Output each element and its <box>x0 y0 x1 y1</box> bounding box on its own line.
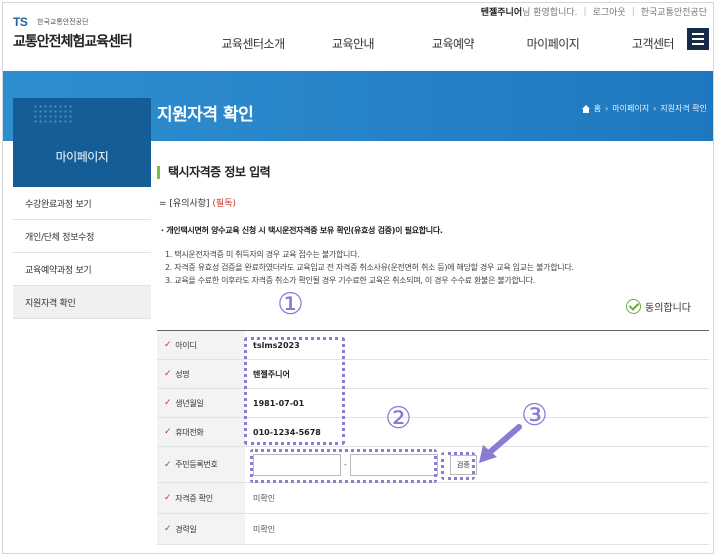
breadcrumb-chevron-icon: › <box>653 104 657 113</box>
welcome-name: 텐젤주니어 <box>480 8 523 18</box>
check-mark-icon: ✓ <box>164 369 172 379</box>
form-row-phone: ✓ 휴대전화 010-1234-5678 <box>157 418 709 447</box>
check-mark-icon: ✓ <box>164 427 172 437</box>
notice-list: 1. 택시운전자격증 미 취득자의 경우 교육 접수는 불가합니다. 2. 자격… <box>165 248 574 287</box>
logo-ts: TS <box>13 15 28 29</box>
annotation-one: ① <box>277 287 304 322</box>
phone-label: 휴대전화 <box>175 427 204 437</box>
check-circle-icon[interactable] <box>626 299 641 314</box>
top-bar: TS 한국교통안전공단 교통안전체험교육센터 텐젤주니어님 환영합니다. | 로… <box>3 3 713 71</box>
breadcrumb-home[interactable]: 홈 <box>594 103 601 114</box>
org-link[interactable]: 한국교통안전공단 <box>641 5 707 18</box>
breadcrumb-chevron-icon: › <box>605 104 609 113</box>
check-mark-icon: ✓ <box>164 459 172 470</box>
notice-item: 3. 교육을 수료한 이후라도 자격증 취소가 확인될 경우 기수료한 교육은 … <box>165 276 535 285</box>
annotation-box-two <box>250 449 437 483</box>
welcome-message: 텐젤주니어님 환영합니다. <box>481 5 578 18</box>
form-row-name: ✓ 성명 텐젤주니어 <box>157 360 709 389</box>
agree-label[interactable]: 동의합니다 <box>645 299 691 314</box>
main-nav: 교육센터소개 교육안내 교육예약 마이페이지 고객센터 <box>203 35 703 52</box>
nav-mypage[interactable]: 마이페이지 <box>503 35 603 52</box>
rrn-label: 주민등록번호 <box>175 460 218 469</box>
nav-center-intro[interactable]: 교육센터소개 <box>203 35 303 52</box>
check-mark-icon: ✓ <box>164 398 172 408</box>
career-label: 경력일 <box>175 524 197 534</box>
logout-link[interactable]: 로그아웃 <box>593 5 626 18</box>
nav-reservation[interactable]: 교육예약 <box>403 35 503 52</box>
annotation-arrow-icon <box>479 424 522 463</box>
breadcrumb-current: 지원자격 확인 <box>660 104 707 113</box>
form-row-career: ✓ 경력일 미확인 <box>157 514 709 545</box>
util-divider: | <box>583 6 587 17</box>
welcome-suffix: 님 환영합니다. <box>522 8 578 18</box>
annotation-three: ③ <box>521 398 548 433</box>
name-label: 성명 <box>175 369 190 379</box>
logo-mark[interactable]: TS <box>13 15 28 29</box>
birth-label: 생년월일 <box>175 398 204 408</box>
form-row-license: ✓ 자격증 확인 미확인 <box>157 483 709 514</box>
notice-required: (필독) <box>212 199 237 209</box>
nav-education-info[interactable]: 교육안내 <box>303 35 403 52</box>
form-row-birth: ✓ 생년월일 1981-07-01 <box>157 389 709 418</box>
sidebar-header: 마이페이지 <box>13 98 151 187</box>
hamburger-menu-icon[interactable] <box>687 28 709 50</box>
utility-links: 텐젤주니어님 환영합니다. | 로그아웃 | 한국교통안전공단 <box>481 5 707 19</box>
id-label: 아이디 <box>175 340 197 350</box>
logo-org: 한국교통안전공단 <box>37 18 89 26</box>
form-row-id: ✓ 아이디 tslms2023 <box>157 331 709 360</box>
license-label: 자격증 확인 <box>175 493 213 503</box>
sidebar-menu: 수강완료과정 보기 개인/단체 정보수정 교육예약과정 보기 지원자격 확인 <box>13 187 151 319</box>
notice-item: 1. 택시운전자격증 미 취득자의 경우 교육 접수는 불가합니다. <box>165 250 360 259</box>
annotation-box-three <box>441 452 475 480</box>
annotation-box-one <box>244 337 345 445</box>
site-title[interactable]: 교통안전체험교육센터 <box>13 31 133 51</box>
agree-checkbox[interactable]: 동의합니다 <box>626 299 691 314</box>
check-mark-icon: ✓ <box>164 493 172 503</box>
check-mark-icon: ✓ <box>164 340 172 350</box>
page-frame: TS 한국교통안전공단 교통안전체험교육센터 텐젤주니어님 환영합니다. | 로… <box>2 2 714 554</box>
annotation-two: ② <box>385 401 412 436</box>
notice-heading-text: = [유의사항] <box>159 199 210 209</box>
notice-main: · 개인택시면허 양수교육 신청 시 택시운전자격증 보유 확인(유효성 검증)… <box>161 226 443 235</box>
page-title: 지원자격 확인 <box>157 105 254 125</box>
util-divider: | <box>631 6 635 17</box>
notice-item: 2. 자격증 유효성 검증을 완료하였더라도 교육입교 전 자격증 취소사유(운… <box>165 263 574 272</box>
sidebar-item-completed-courses[interactable]: 수강완료과정 보기 <box>13 187 151 220</box>
breadcrumb-mypage[interactable]: 마이페이지 <box>612 103 649 114</box>
section-title: 택시자격증 정보 입력 <box>157 166 271 179</box>
notice-heading: = [유의사항] (필독) <box>159 196 236 209</box>
check-mark-icon: ✓ <box>164 524 172 534</box>
sidebar-item-reserved-courses[interactable]: 교육예약과정 보기 <box>13 253 151 286</box>
sidebar-item-edit-info[interactable]: 개인/단체 정보수정 <box>13 220 151 253</box>
dot-pattern <box>33 104 73 124</box>
license-value: 미확인 <box>253 493 276 503</box>
home-icon[interactable] <box>581 104 590 113</box>
breadcrumb: 홈 › 마이페이지 › 지원자격 확인 <box>581 103 707 114</box>
sidebar-title: 마이페이지 <box>55 150 109 164</box>
eligibility-form: ✓ 아이디 tslms2023 ✓ 성명 텐젤주니어 ✓ 생년월일 1981-07-0… <box>157 330 709 545</box>
career-value: 미확인 <box>253 524 276 534</box>
sidebar-item-eligibility[interactable]: 지원자격 확인 <box>13 286 151 319</box>
